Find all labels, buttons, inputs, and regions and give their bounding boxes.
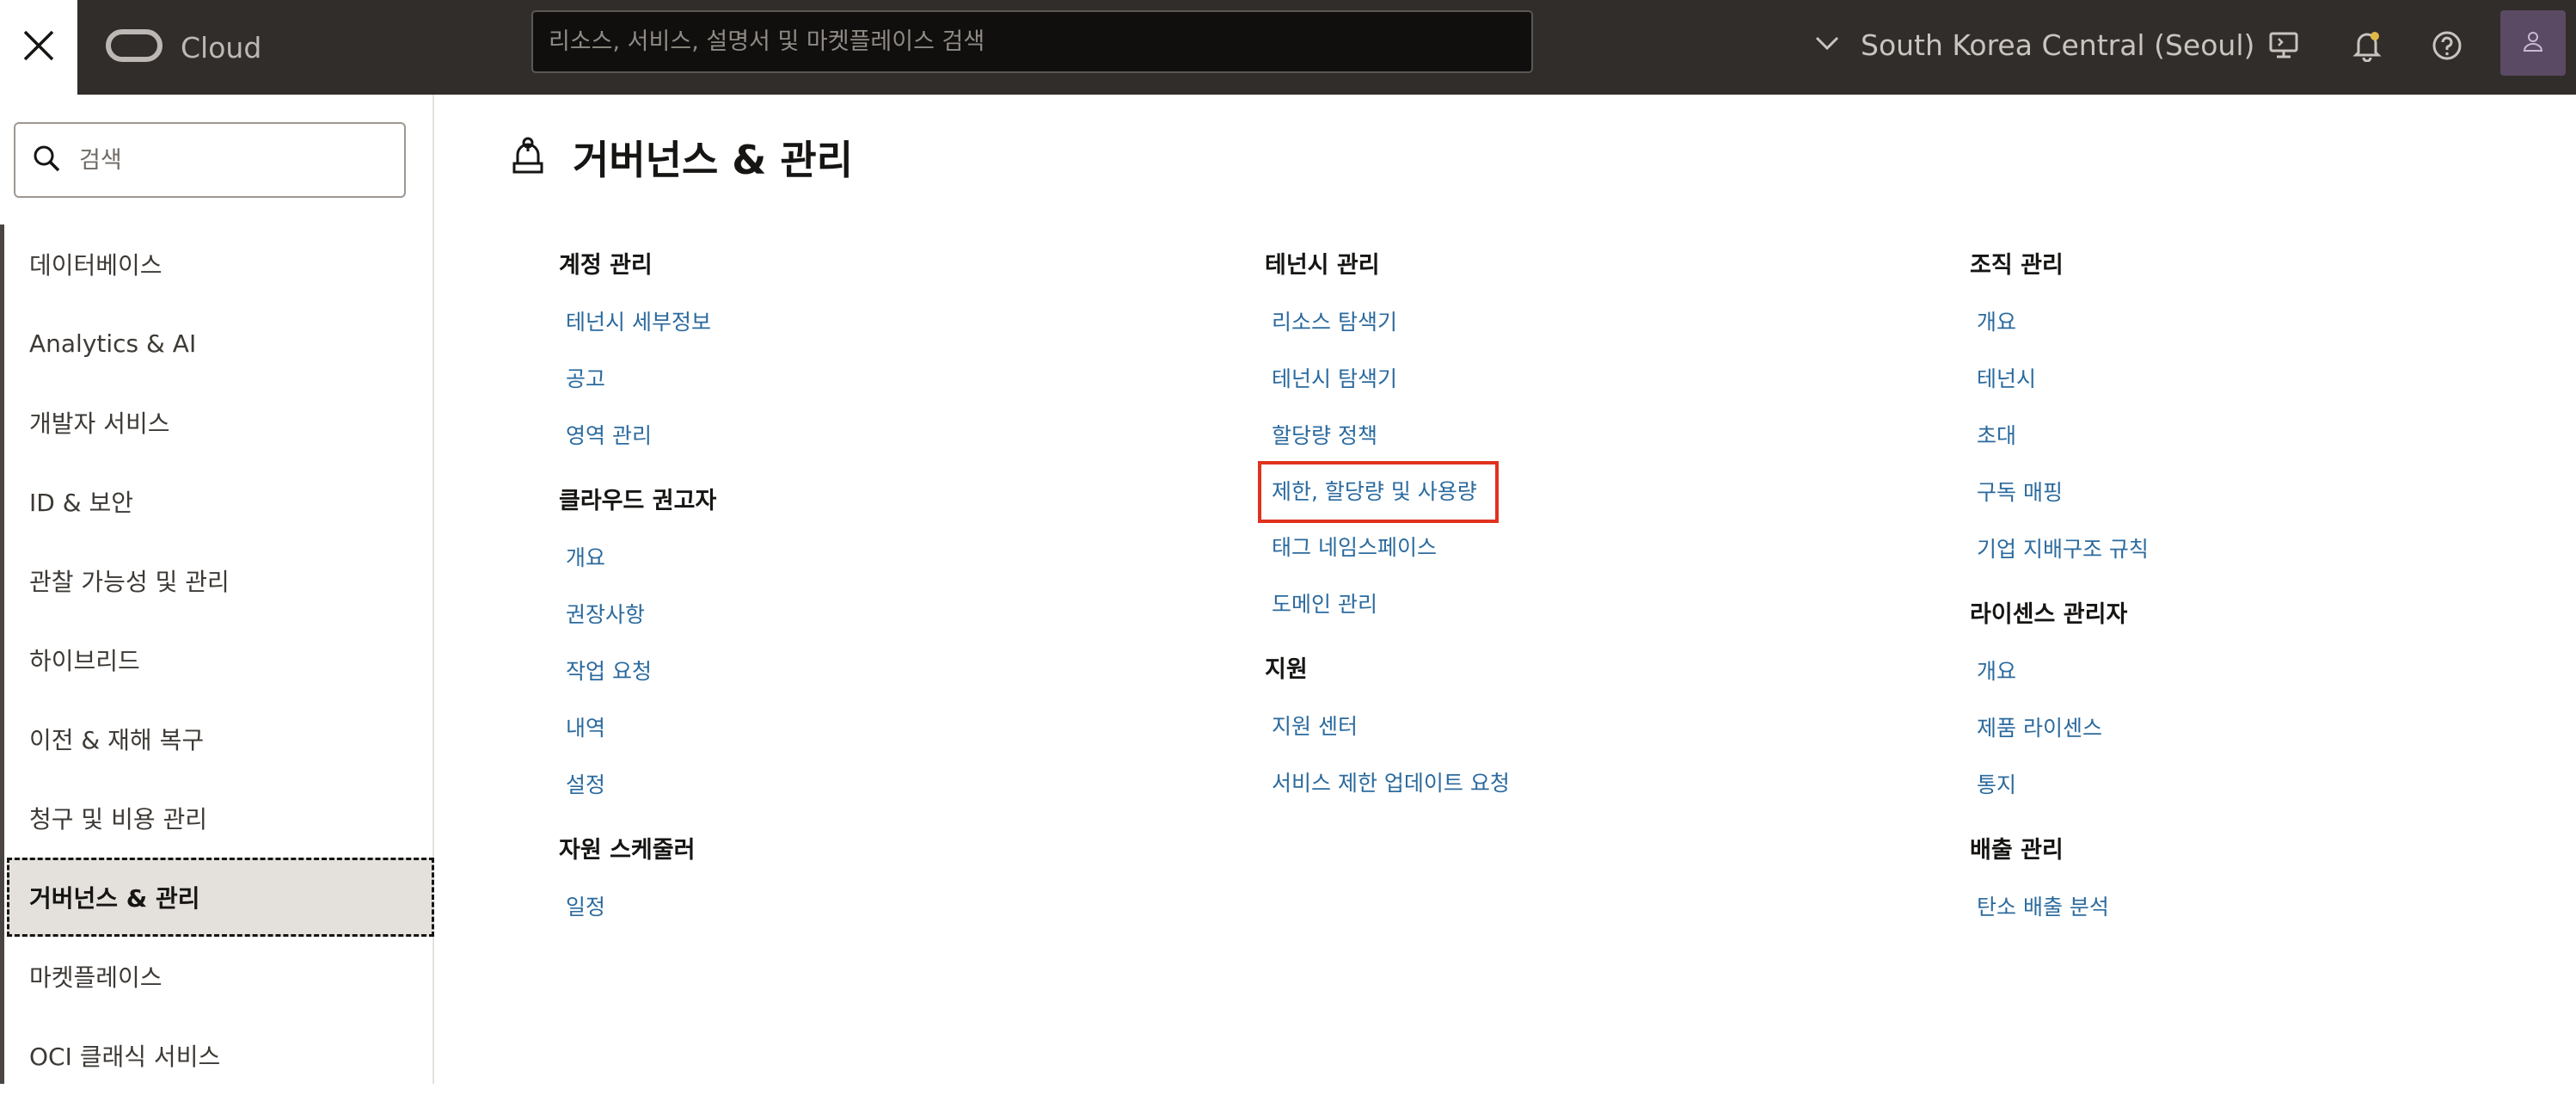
section-title-account-management: 계정 관리 [559,251,653,279]
section-links: 지원 센터 서비스 제한 업데이트 요청 [1265,698,1510,812]
link-advisor-overview[interactable]: 개요 [559,530,716,587]
link-product-licenses[interactable]: 제품 라이센스 [1970,700,2149,757]
brand-label: Cloud [181,30,262,65]
global-search-input[interactable] [531,10,1533,73]
link-governance-rules[interactable]: 기업 지배구조 규칙 [1970,521,2149,578]
section-links: 리소스 탐색기 테넌시 탐색기 할당량 정책 제한, 할당량 및 사용량 태그 … [1258,294,1510,633]
help-icon [2432,30,2463,65]
section-links: 일정 [559,879,716,936]
sidebar-nav: 데이터베이스 Analytics & AI 개발자 서비스 ID & 보안 관찰… [0,225,434,1095]
region-selector[interactable]: South Korea Central (Seoul) [1814,17,2254,72]
region-label: South Korea Central (Seoul) [1861,28,2255,62]
close-icon [20,27,58,68]
section-title-support: 지원 [1265,655,1308,683]
link-domain-management[interactable]: 도메인 관리 [1265,576,1510,633]
search-icon [31,143,62,177]
section-title-cloud-advisor: 클라우드 권고자 [559,487,717,514]
sidebar-item-governance[interactable]: 거버넌스 & 관리 [7,858,434,937]
sidebar-item-identity-security[interactable]: ID & 보안 [0,462,434,541]
link-carbon-emissions-analysis[interactable]: 탄소 배출 분석 [1970,879,2149,936]
section-title-resource-scheduler: 자원 스케줄러 [559,836,696,864]
sidebar-item-analytics-ai[interactable]: Analytics & AI [0,304,434,383]
section-links: 테넌시 세부정보 공고 영역 관리 [559,294,716,464]
section-title-emissions-management: 배출 관리 [1970,836,2064,864]
link-history[interactable]: 내역 [559,700,716,757]
section-title-license-manager: 라이센스 관리자 [1970,600,2128,628]
column-1: 계정 관리 테넌시 세부정보 공고 영역 관리 클라우드 권고자 개요 권장사항… [559,241,716,936]
link-service-limit-update-request[interactable]: 서비스 제한 업데이트 요청 [1265,755,1510,812]
link-recommendations[interactable]: 권장사항 [559,587,716,643]
link-work-requests[interactable]: 작업 요청 [559,643,716,700]
oracle-logo-icon [105,28,163,66]
chevron-down-icon [1814,34,1840,55]
link-license-overview[interactable]: 개요 [1970,643,2149,700]
link-tenancy-details[interactable]: 테넌시 세부정보 [559,294,716,351]
sidebar-item-oci-classic[interactable]: OCI 클래식 서비스 [0,1016,434,1095]
link-tenancy-explorer[interactable]: 테넌시 탐색기 [1265,351,1510,408]
profile-avatar[interactable] [2500,10,2566,76]
sidebar-item-observability-management[interactable]: 관찰 가능성 및 관리 [0,541,434,620]
link-limits-quotas-usage[interactable]: 제한, 할당량 및 사용량 [1258,461,1499,523]
link-tag-namespaces[interactable]: 태그 네임스페이스 [1265,520,1510,576]
cloud-shell-button[interactable] [2258,22,2309,73]
link-org-overview[interactable]: 개요 [1970,294,2149,351]
link-settings[interactable]: 설정 [559,757,716,814]
section-links: 개요 제품 라이센스 통지 [1970,643,2149,814]
sidebar-item-developer-services[interactable]: 개발자 서비스 [0,383,434,462]
sidebar-item-database[interactable]: 데이터베이스 [0,225,434,304]
close-menu-button[interactable] [0,0,77,95]
sidebar-item-hybrid[interactable]: 하이브리드 [0,620,434,699]
link-notifications[interactable]: 통지 [1970,757,2149,814]
link-quota-policies[interactable]: 할당량 정책 [1265,408,1510,464]
link-subscription-mappings[interactable]: 구독 매핑 [1970,464,2149,521]
sidebar-item-billing-cost[interactable]: 청구 및 비용 관리 [0,778,434,858]
sidebar-item-migration-dr[interactable]: 이전 & 재해 복구 [0,699,434,778]
link-region-management[interactable]: 영역 관리 [559,408,716,464]
link-tenancies[interactable]: 테넌시 [1970,351,2149,408]
notifications-button[interactable] [2341,22,2393,73]
page-title: 거버넌스 & 관리 [573,137,854,183]
help-button[interactable] [2421,22,2473,73]
user-icon [2520,28,2546,58]
sidebar-search[interactable] [14,122,406,198]
link-announcements[interactable]: 공고 [559,351,716,408]
oracle-cloud-logo[interactable]: Cloud [105,24,261,71]
top-bar: Cloud South Korea Central (Seoul) [0,0,2576,95]
section-links: 탄소 배출 분석 [1970,879,2149,936]
section-title-organization-management: 조직 관리 [1970,251,2064,279]
sidebar-item-marketplace[interactable]: 마켓플레이스 [0,937,434,1016]
sidebar-search-input[interactable] [79,146,389,174]
link-support-center[interactable]: 지원 센터 [1265,698,1510,755]
link-resource-explorer[interactable]: 리소스 탐색기 [1265,294,1510,351]
link-schedules[interactable]: 일정 [559,879,716,936]
page-header: 거버넌스 & 관리 [509,127,853,188]
section-links: 개요 권장사항 작업 요청 내역 설정 [559,530,716,814]
sidebar: 데이터베이스 Analytics & AI 개발자 서비스 ID & 보안 관찰… [0,95,434,1084]
column-2: 테넌시 관리 리소스 탐색기 테넌시 탐색기 할당량 정책 제한, 할당량 및 … [1258,241,1510,812]
column-3: 조직 관리 개요 테넌시 초대 구독 매핑 기업 지배구조 규칙 라이센스 관리… [1970,241,2149,936]
section-title-tenancy-management: 테넌시 관리 [1265,251,1380,279]
link-invitations[interactable]: 초대 [1970,408,2149,464]
governance-icon [509,136,547,179]
section-links: 개요 테넌시 초대 구독 매핑 기업 지배구조 규칙 [1970,294,2149,578]
cloud-shell-icon [2268,30,2299,65]
bell-icon [2352,29,2383,65]
